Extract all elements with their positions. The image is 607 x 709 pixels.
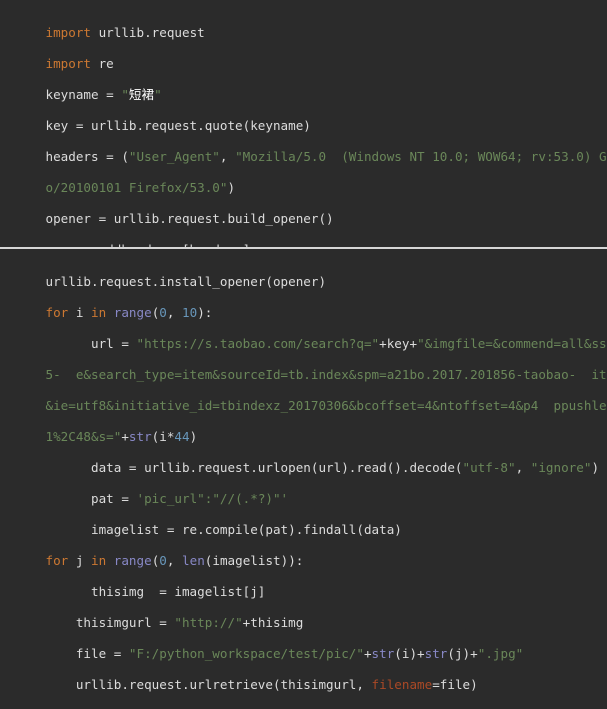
- code-line-14[interactable]: 1%2C48&s="+str(i*44): [0, 413, 197, 429]
- code-line-3[interactable]: keyname = "短裙": [0, 71, 162, 87]
- string-token: "User_Agent": [129, 149, 220, 164]
- code-token: j: [68, 553, 91, 568]
- number-token: 44: [174, 429, 189, 444]
- code-line-9[interactable]: urllib.request.install_opener(opener): [0, 258, 326, 274]
- code-token: +thisimg: [243, 615, 304, 630]
- code-line-16[interactable]: pat = 'pic_url":"//(.*?)"': [0, 475, 288, 491]
- code-line-13[interactable]: &ie=utf8&initiative_id=tbindexz_20170306…: [0, 382, 607, 398]
- code-line-5[interactable]: headers = ("User_Agent", "Mozilla/5.0 (W…: [0, 133, 607, 149]
- code-line-15[interactable]: data = urllib.request.urlopen(url).read(…: [0, 444, 599, 460]
- builtin-token: range: [114, 553, 152, 568]
- code-token: thisimgurl =: [46, 615, 175, 630]
- code-token: urllib.request.install_opener(opener): [46, 274, 327, 289]
- code-panel-top[interactable]: import urllib.request import re keyname …: [0, 0, 607, 247]
- builtin-token: len: [182, 553, 205, 568]
- code-line-17[interactable]: imagelist = re.compile(pat).findall(data…: [0, 506, 402, 522]
- code-token: key = urllib.request.quote(keyname): [46, 118, 311, 133]
- code-token: +: [121, 429, 129, 444]
- string-token: "https://s.taobao.com/search?q=": [137, 336, 380, 351]
- code-token: =file): [432, 677, 478, 692]
- number-token: 0: [159, 305, 167, 320]
- code-line-11[interactable]: url = "https://s.taobao.com/search?q="+k…: [0, 320, 607, 336]
- keyword-token: for: [46, 305, 69, 320]
- code-token: +: [364, 646, 372, 661]
- code-line-20[interactable]: thisimgurl = "http://"+thisimg: [0, 599, 303, 615]
- code-token: (imagelist)):: [205, 553, 304, 568]
- builtin-token: str: [129, 429, 152, 444]
- string-token: 'pic_url":"//(.*?)"': [137, 491, 289, 506]
- number-token: 0: [159, 553, 167, 568]
- code-token: ,: [167, 553, 182, 568]
- code-token: url =: [46, 336, 137, 351]
- code-line-7[interactable]: opener = urllib.request.build_opener(): [0, 195, 334, 211]
- string-token: "http://": [174, 615, 242, 630]
- code-token: +key+: [379, 336, 417, 351]
- string-token: 1%2C48&s=": [46, 429, 122, 444]
- code-token: i: [68, 305, 91, 320]
- string-token: &ie=utf8&initiative_id=tbindexz_20170306…: [46, 398, 607, 413]
- string-token: ".jpg": [478, 646, 524, 661]
- code-line-10[interactable]: for i in range(0, 10):: [0, 289, 212, 305]
- code-token: [106, 553, 114, 568]
- builtin-token: range: [114, 305, 152, 320]
- code-token: urllib.request: [91, 25, 205, 40]
- code-token: ,: [220, 149, 235, 164]
- code-token: (j)+: [447, 646, 477, 661]
- code-line-19[interactable]: thisimg = imagelist[j]: [0, 568, 265, 584]
- code-token: re: [91, 56, 114, 71]
- string-token: 5- e&search_type=item&sourceId=tb.index&…: [46, 367, 607, 382]
- code-token: ):: [197, 305, 212, 320]
- code-line-12[interactable]: 5- e&search_type=item&sourceId=tb.index&…: [0, 351, 607, 367]
- code-token: keyname =: [46, 87, 122, 102]
- code-line-21[interactable]: file = "F:/python_workspace/test/pic/"+s…: [0, 630, 523, 646]
- string-token: "&imgfile=&commend=all&ssid=s: [417, 336, 607, 351]
- keyword-token: for: [46, 553, 69, 568]
- string-token: "utf-8": [463, 460, 516, 475]
- code-token: ): [591, 460, 599, 475]
- code-line-1[interactable]: import urllib.request: [0, 9, 205, 25]
- code-token: ,: [167, 305, 182, 320]
- builtin-token: str: [372, 646, 395, 661]
- number-token: 10: [182, 305, 197, 320]
- string-token: "ignore": [531, 460, 592, 475]
- code-token: headers = (: [46, 149, 129, 164]
- string-token: ": [154, 87, 162, 102]
- code-line-4[interactable]: key = urllib.request.quote(keyname): [0, 102, 311, 118]
- string-token: ": [121, 87, 129, 102]
- code-token: thisimg = imagelist[j]: [46, 584, 266, 599]
- code-token: pat =: [46, 491, 137, 506]
- code-line-8[interactable]: opener.addheaders=[headers]: [0, 226, 250, 242]
- code-token: ,: [516, 460, 531, 475]
- builtin-token: str: [425, 646, 448, 661]
- param-token: filename: [372, 677, 433, 692]
- code-editor[interactable]: import urllib.request import re keyname …: [0, 0, 607, 682]
- keyword-token: import: [46, 56, 92, 71]
- code-token: ): [190, 429, 198, 444]
- string-text-token: 短裙: [129, 87, 154, 102]
- code-token: urllib.request.urlretrieve(thisimgurl,: [46, 677, 372, 692]
- code-line-22[interactable]: urllib.request.urlretrieve(thisimgurl, f…: [0, 661, 478, 677]
- code-token: imagelist = re.compile(pat).findall(data…: [46, 522, 402, 537]
- code-token: ): [227, 180, 235, 195]
- code-token: data = urllib.request.urlopen(url).read(…: [46, 460, 463, 475]
- code-line-2[interactable]: import re: [0, 40, 114, 56]
- code-token: opener = urllib.request.build_opener(): [46, 211, 334, 226]
- string-token: o/20100101 Firefox/53.0": [46, 180, 228, 195]
- string-token: "F:/python_workspace/test/pic/": [129, 646, 364, 661]
- code-token: (i)+: [394, 646, 424, 661]
- keyword-token: import: [46, 25, 92, 40]
- code-panel-bottom[interactable]: urllib.request.install_opener(opener) fo…: [0, 249, 607, 682]
- string-token: "Mozilla/5.0 (Windows NT 10.0; WOW64; rv…: [235, 149, 607, 164]
- keyword-token: in: [91, 553, 106, 568]
- code-token: (i*: [152, 429, 175, 444]
- code-line-18[interactable]: for j in range(0, len(imagelist)):: [0, 537, 303, 553]
- keyword-token: in: [91, 305, 106, 320]
- code-line-6[interactable]: o/20100101 Firefox/53.0"): [0, 164, 235, 180]
- code-token: file =: [46, 646, 129, 661]
- code-token: [106, 305, 114, 320]
